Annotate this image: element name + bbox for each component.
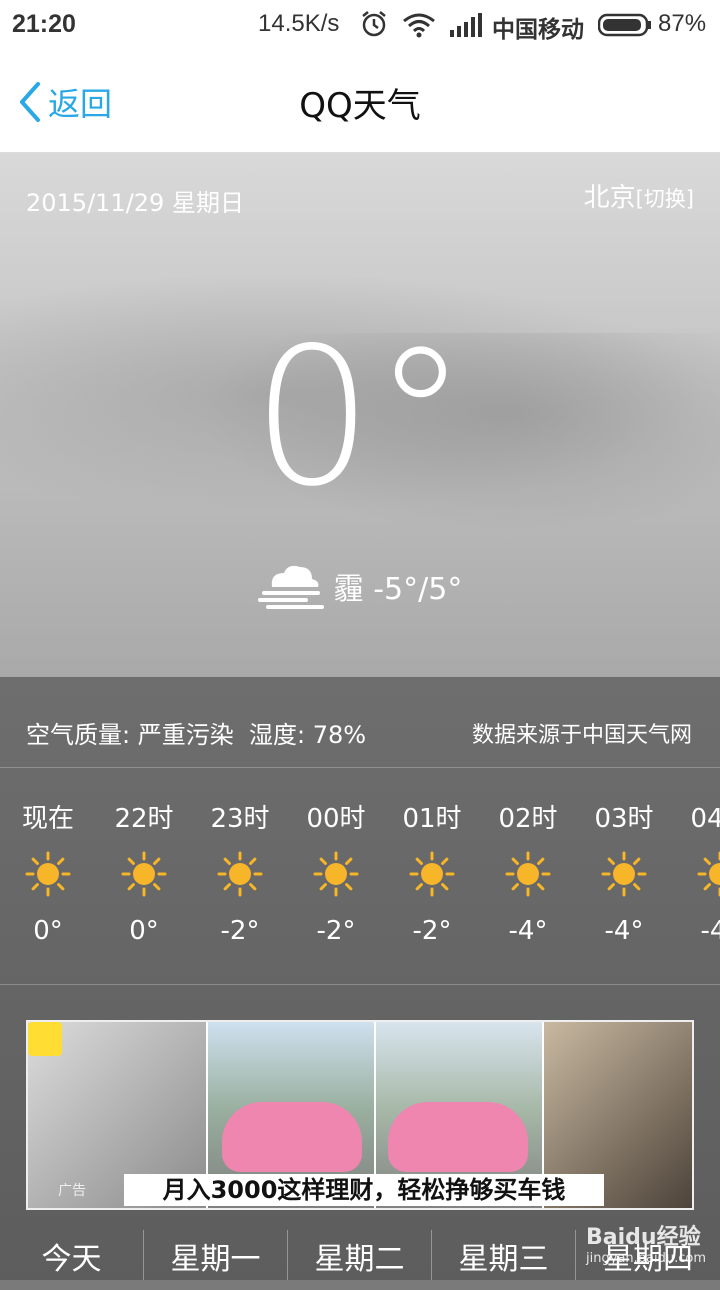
sun-icon [601, 851, 647, 897]
carrier-label: 中国移动 [492, 17, 584, 43]
day-tab[interactable]: 星期一 [144, 1230, 288, 1280]
page-title: QQ天气 [299, 86, 421, 126]
hourly-forecast[interactable]: 现在 0° 22时 0° 23时 -2° 00时 -2° 01时 -2° 02时 -4° 03时 -4° 0… [0, 768, 720, 985]
ad-banner[interactable]: 广告 月入3000这样理财，轻松挣够买车钱 [26, 1020, 694, 1210]
switch-city-link[interactable]: [切换] [636, 187, 694, 211]
hourly-time: 22时 [114, 804, 174, 834]
hourly-temp: -2° [412, 916, 452, 946]
hourly-temp: 0° [33, 916, 63, 946]
ad-logo-icon [28, 1022, 62, 1056]
air-quality: 空气质量: 严重污染 [26, 721, 234, 749]
hourly-time: 00时 [306, 804, 366, 834]
air-quality-humidity: 空气质量: 严重污染 湿度: 78% [26, 715, 366, 750]
nav-bar: 返回 QQ天气 [0, 52, 720, 153]
hourly-time: 03时 [594, 804, 654, 834]
status-bar: 21:20 14.5K/s 中国移动 87% [0, 0, 720, 52]
day-tab[interactable]: 今天 [0, 1230, 144, 1280]
haze-icon [257, 565, 324, 609]
sun-icon [505, 851, 551, 897]
ad-tag: 广告 [58, 1183, 86, 1199]
humidity: 湿度: 78% [248, 721, 367, 749]
hourly-time: 02时 [498, 804, 558, 834]
sun-icon [313, 851, 359, 897]
city-switch[interactable]: 北京[切换] [584, 177, 694, 214]
battery-icon [598, 13, 651, 37]
weather-hero: 2015/11/29 星期日 北京[切换] 0° 霾 -5°/5° [0, 153, 720, 677]
car-image [222, 1102, 362, 1172]
watermark-url: jingyan.baidu.com [586, 1251, 706, 1266]
sun-icon [697, 851, 720, 897]
car-image [388, 1102, 528, 1172]
watermark: Baidu经验 jingyan.baidu.com [586, 1219, 706, 1266]
data-source: 数据来源于中国天气网 [471, 723, 692, 748]
ad-caption: 月入3000这样理财，轻松挣够买车钱 [124, 1174, 604, 1206]
date-label: 2015/11/29 星期日 [26, 189, 244, 217]
hourly-temp: -2° [220, 916, 260, 946]
city-name: 北京 [583, 183, 636, 213]
current-temperature: 0° [252, 307, 468, 528]
alarm-icon [362, 11, 386, 37]
sun-icon [217, 851, 263, 897]
status-net-speed: 14.5K/s [258, 10, 340, 37]
hourly-time: 04时 [690, 804, 720, 834]
hourly-temp: 0° [129, 916, 159, 946]
day-tab[interactable]: 星期二 [288, 1230, 432, 1280]
sun-icon [25, 851, 71, 897]
sun-icon [121, 851, 167, 897]
hourly-temp: -2° [316, 916, 356, 946]
status-time: 21:20 [12, 10, 76, 38]
hourly-temp: -4° [604, 916, 644, 946]
hourly-time: 23时 [210, 804, 270, 834]
sun-icon [409, 851, 455, 897]
hourly-temp: -4° [508, 916, 548, 946]
air-quality-row: 空气质量: 严重污染 湿度: 78% 数据来源于中国天气网 [0, 677, 720, 768]
battery-percent: 87% [658, 10, 707, 37]
day-tab[interactable]: 星期三 [432, 1230, 576, 1280]
signal-icon [450, 13, 482, 37]
hourly-time: 现在 [21, 804, 74, 834]
watermark-brand: Baidu经验 [586, 1225, 701, 1250]
hourly-temp: -4° [700, 916, 720, 946]
hourly-time: 01时 [402, 804, 462, 834]
condition-row: 霾 -5°/5° [0, 561, 720, 611]
weather-details: 空气质量: 严重污染 湿度: 78% 数据来源于中国天气网 现在 0° 22时 0° 2… [0, 677, 720, 1280]
condition-label: 霾 -5°/5° [333, 572, 463, 607]
wifi-icon [403, 13, 435, 38]
